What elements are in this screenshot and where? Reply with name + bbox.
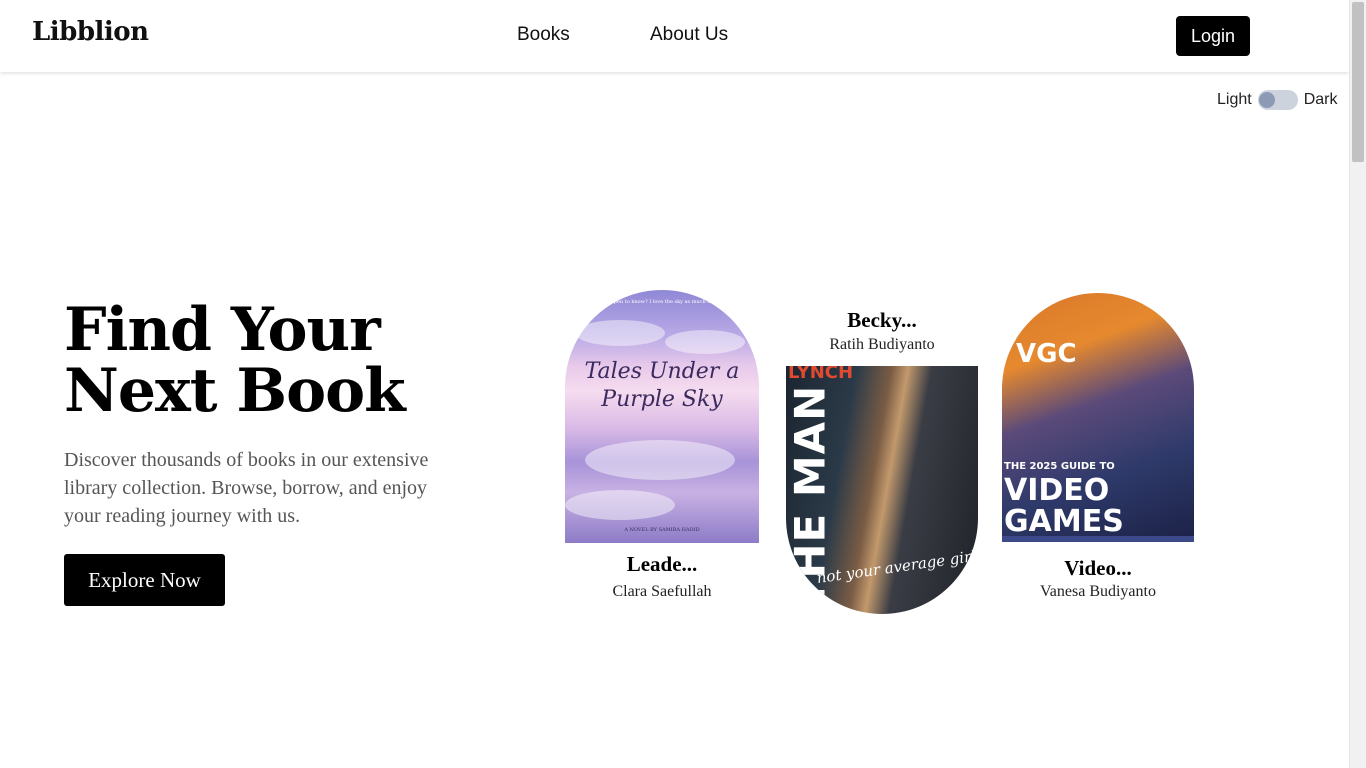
theme-switch-knob	[1258, 92, 1275, 108]
book-card-2[interactable]: Becky... Ratih Budiyanto LYNCH THE MAN n…	[786, 308, 978, 614]
book-card-1[interactable]: Did you happen to know? I love the sky a…	[565, 290, 759, 610]
nav-link-about-us[interactable]: About Us	[650, 24, 728, 46]
hero-title-line2: Next Book	[64, 356, 406, 426]
login-button[interactable]: Login	[1176, 16, 1250, 56]
theme-dark-label: Dark	[1303, 91, 1338, 108]
book-title: Becky...	[847, 308, 917, 332]
cover-title: Tales Under a Purple Sky	[584, 359, 740, 412]
book-author: Vanesa Budiyanto	[1040, 583, 1156, 600]
cover-cloud	[585, 440, 735, 480]
cover-cloud	[665, 330, 745, 354]
theme-switch[interactable]	[1257, 90, 1298, 110]
cover-bar	[1002, 536, 1194, 542]
theme-toggle: Light Dark	[1217, 89, 1337, 111]
cover-top-text: LYNCH	[788, 366, 854, 383]
book-card-3[interactable]: VGC THE 2025 GUIDE TO VIDEO GAMES Video.…	[1002, 293, 1194, 613]
explore-now-button[interactable]: Explore Now	[64, 554, 225, 606]
book-title: Video...	[1064, 556, 1132, 580]
cover-byline: A NOVEL BY SAMIRA HADID	[624, 527, 700, 533]
book-cover-2[interactable]: LYNCH THE MAN not your average girl	[786, 366, 978, 614]
book-author: Clara Saefullah	[612, 583, 712, 600]
cover-tagline: not your average girl	[815, 546, 978, 588]
cover-title: VIDEO GAMES	[1004, 473, 1124, 539]
cover-cloud	[575, 320, 665, 346]
site-logo[interactable]: Libblion	[32, 17, 149, 47]
page-scrollbar[interactable]	[1349, 0, 1366, 768]
navbar: Libblion Books About Us Login	[0, 0, 1349, 72]
nav-link-books[interactable]: Books	[517, 24, 570, 46]
cover-subtitle: THE 2025 GUIDE TO	[1004, 461, 1115, 472]
cover-cloud	[565, 490, 675, 520]
hero-description: Discover thousands of books in our exten…	[64, 449, 429, 527]
book-title: Leade...	[626, 552, 698, 576]
hero-title: Find Your Next Book	[64, 295, 406, 426]
cover-tagline: Did you happen to know? I love the sky a…	[583, 299, 741, 305]
theme-light-label: Light	[1217, 91, 1252, 108]
book-author: Ratih Budiyanto	[829, 336, 935, 353]
book-cover-3[interactable]: VGC THE 2025 GUIDE TO VIDEO GAMES	[1002, 293, 1194, 542]
book-cover-1[interactable]: Did you happen to know? I love the sky a…	[565, 290, 759, 543]
hero-title-line1: Find Your	[64, 295, 381, 365]
cover-brand: VGC	[1016, 339, 1077, 369]
scrollbar-thumb[interactable]	[1352, 2, 1364, 162]
